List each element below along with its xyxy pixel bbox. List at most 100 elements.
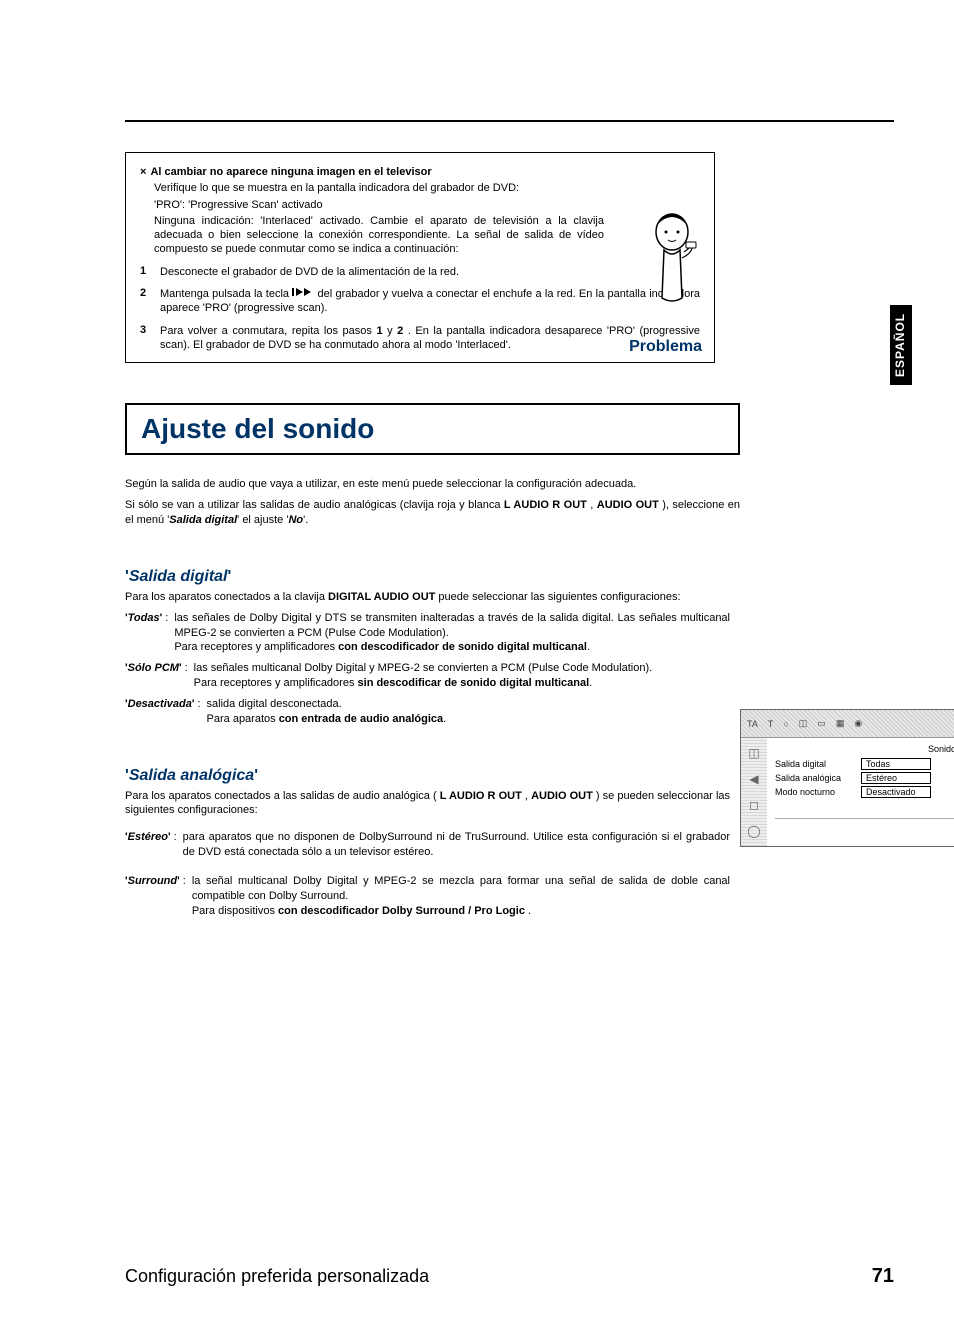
paragraph: Si sólo se van a utilizar las salidas de… <box>125 498 740 528</box>
osd-tab: ○ <box>783 719 788 729</box>
paragraph: Para los aparatos conectados a las salid… <box>125 789 730 819</box>
osd-value: Todas <box>861 758 931 770</box>
text: Para aparatos <box>207 713 279 725</box>
text: puede seleccionar las siguientes configu… <box>435 591 680 603</box>
problem-title: × Al cambiar no aparece ninguna imagen en… <box>140 165 700 179</box>
text: las señales de Dolby Digital y DTS se tr… <box>174 612 730 639</box>
term: 'Desactivada' <box>125 697 194 727</box>
colon: : <box>174 830 177 860</box>
text: Para los aparatos conectados a las salid… <box>125 790 440 802</box>
text: Para receptores y amplificadores <box>194 677 358 689</box>
text: , <box>587 499 597 511</box>
text-bold-italic: No <box>288 514 303 526</box>
definition-item: 'Estéreo' : para aparatos que no dispone… <box>125 830 730 860</box>
term: 'Sólo PCM' <box>125 661 182 691</box>
step-text: Desconecte el grabador de DVD de la alim… <box>160 265 700 279</box>
description: las señales de Dolby Digital y DTS se tr… <box>174 611 730 656</box>
page-footer: Configuración preferida personalizada 71 <box>125 1265 894 1288</box>
osd-tab: ▦ <box>836 718 845 729</box>
osd-menu-panel: TA T ○ ◫ ▭ ▦ ◉ ◫ ◀ ◻ ◯ Sonido Salida dig… <box>740 709 954 847</box>
definition-item: 'Surround' : la señal multicanal Dolby D… <box>125 874 730 919</box>
problem-para: 'PRO': 'Progressive Scan' activado <box>154 198 700 212</box>
problem-label: Problema <box>629 338 702 356</box>
term: 'Estéreo' <box>125 830 171 860</box>
description: la señal multicanal Dolby Digital y MPEG… <box>192 874 730 919</box>
text-bold: con descodificador Dolby Surround / Pro … <box>278 905 525 917</box>
osd-tabs: TA T ○ ◫ ▭ ▦ ◉ <box>741 710 954 738</box>
text: , <box>522 790 531 802</box>
header-rule <box>125 120 894 122</box>
osd-content: Sonido Salida digital Todas Salida analó… <box>767 738 954 846</box>
definition-item: 'Sólo PCM' : las señales multicanal Dolb… <box>125 661 730 691</box>
step-item: 1 Desconecte el grabador de DVD de la al… <box>140 265 700 279</box>
osd-value: Estéreo <box>861 772 931 784</box>
skip-back-icon <box>292 287 314 301</box>
osd-tab: ▭ <box>817 718 826 729</box>
osd-label: Salida digital <box>775 759 861 769</box>
osd-row: Modo nocturno Desactivado <box>775 786 954 798</box>
osd-tab: TA <box>747 719 758 729</box>
colon: : <box>197 697 200 727</box>
osd-label: Salida analógica <box>775 773 861 783</box>
description: las señales multicanal Dolby Digital y M… <box>194 661 730 691</box>
step-number: 3 <box>140 324 160 353</box>
osd-tab: T <box>768 719 774 729</box>
text-bold: L AUDIO R OUT <box>440 790 522 802</box>
problem-box: × Al cambiar no aparece ninguna imagen en… <box>125 152 715 363</box>
problem-para: Ninguna indicación: 'Interlaced' activad… <box>154 214 604 257</box>
text: las señales multicanal Dolby Digital y M… <box>194 662 653 674</box>
step-number: 2 <box>140 287 160 316</box>
cross-icon: × <box>140 166 146 178</box>
osd-row: Salida analógica Estéreo <box>775 772 954 784</box>
text: Para volver a conmutara, repita los paso… <box>160 325 376 337</box>
language-tab: ESPAÑOL <box>890 305 912 385</box>
subsection-salida-digital: Salida digital Para los aparatos conecta… <box>125 568 894 727</box>
osd-row: Salida digital Todas <box>775 758 954 770</box>
text: . <box>587 641 590 653</box>
text-bold: AUDIO OUT <box>597 499 659 511</box>
colon: : <box>185 661 188 691</box>
step-text: Para volver a conmutara, repita los paso… <box>160 324 700 353</box>
text: Para receptores y amplificadores <box>174 641 338 653</box>
paragraph: Según la salida de audio que vaya a util… <box>125 477 740 492</box>
osd-tab: ◉ <box>854 718 862 729</box>
subsection-title: Salida digital <box>125 568 894 586</box>
text: Para los aparatos conectados a la clavij… <box>125 591 328 603</box>
colon: : <box>183 874 186 919</box>
text: Mantenga pulsada la tecla <box>160 288 292 300</box>
description: para aparatos que no disponen de DolbySu… <box>183 830 730 860</box>
description: salida digital desconectada. Para aparat… <box>207 697 730 727</box>
subsection-body: Para los aparatos conectados a las salid… <box>125 789 730 919</box>
step-item: 3 Para volver a conmutara, repita los pa… <box>140 324 700 353</box>
text: Para dispositivos <box>192 905 278 917</box>
osd-icon-bar: ◫ ◀ ◻ ◯ <box>741 738 767 846</box>
feature-icon: ◻ <box>747 798 761 812</box>
osd-tab: ◫ <box>799 718 808 729</box>
page-number: 71 <box>872 1265 894 1288</box>
osd-divider <box>775 818 954 819</box>
subsection-body: Para los aparatos conectados a la clavij… <box>125 590 730 727</box>
text-bold: DIGITAL AUDIO OUT <box>328 591 435 603</box>
text: la señal multicanal Dolby Digital y MPEG… <box>192 875 730 902</box>
intro-text: Según la salida de audio que vaya a util… <box>125 477 740 528</box>
step-number: 1 <box>140 265 160 279</box>
osd-label: Modo nocturno <box>775 787 861 797</box>
text: y <box>383 325 398 337</box>
picture-icon: ◫ <box>747 746 761 760</box>
footer-title: Configuración preferida personalizada <box>125 1266 429 1287</box>
disc-icon: ◯ <box>747 824 761 838</box>
step-text: Mantenga pulsada la tecla del grabador y… <box>160 287 700 316</box>
colon: : <box>165 611 168 656</box>
text-bold: con entrada de audio analógica <box>279 713 443 725</box>
text-bold: sin descodificar de sonido digital multi… <box>358 677 590 689</box>
text-bold-italic: Salida digital <box>169 514 237 526</box>
section-title: Ajuste del sonido <box>141 413 724 445</box>
person-illustration-icon <box>642 208 702 328</box>
text: . <box>589 677 592 689</box>
text: . <box>525 905 531 917</box>
text: '. <box>303 514 308 526</box>
definition-item: 'Todas' : las señales de Dolby Digital y… <box>125 611 730 656</box>
term: 'Todas' <box>125 611 162 656</box>
problem-title-text: Al cambiar no aparece ninguna imagen en … <box>150 166 431 178</box>
step-item: 2 Mantenga pulsada la tecla del grabador… <box>140 287 700 316</box>
